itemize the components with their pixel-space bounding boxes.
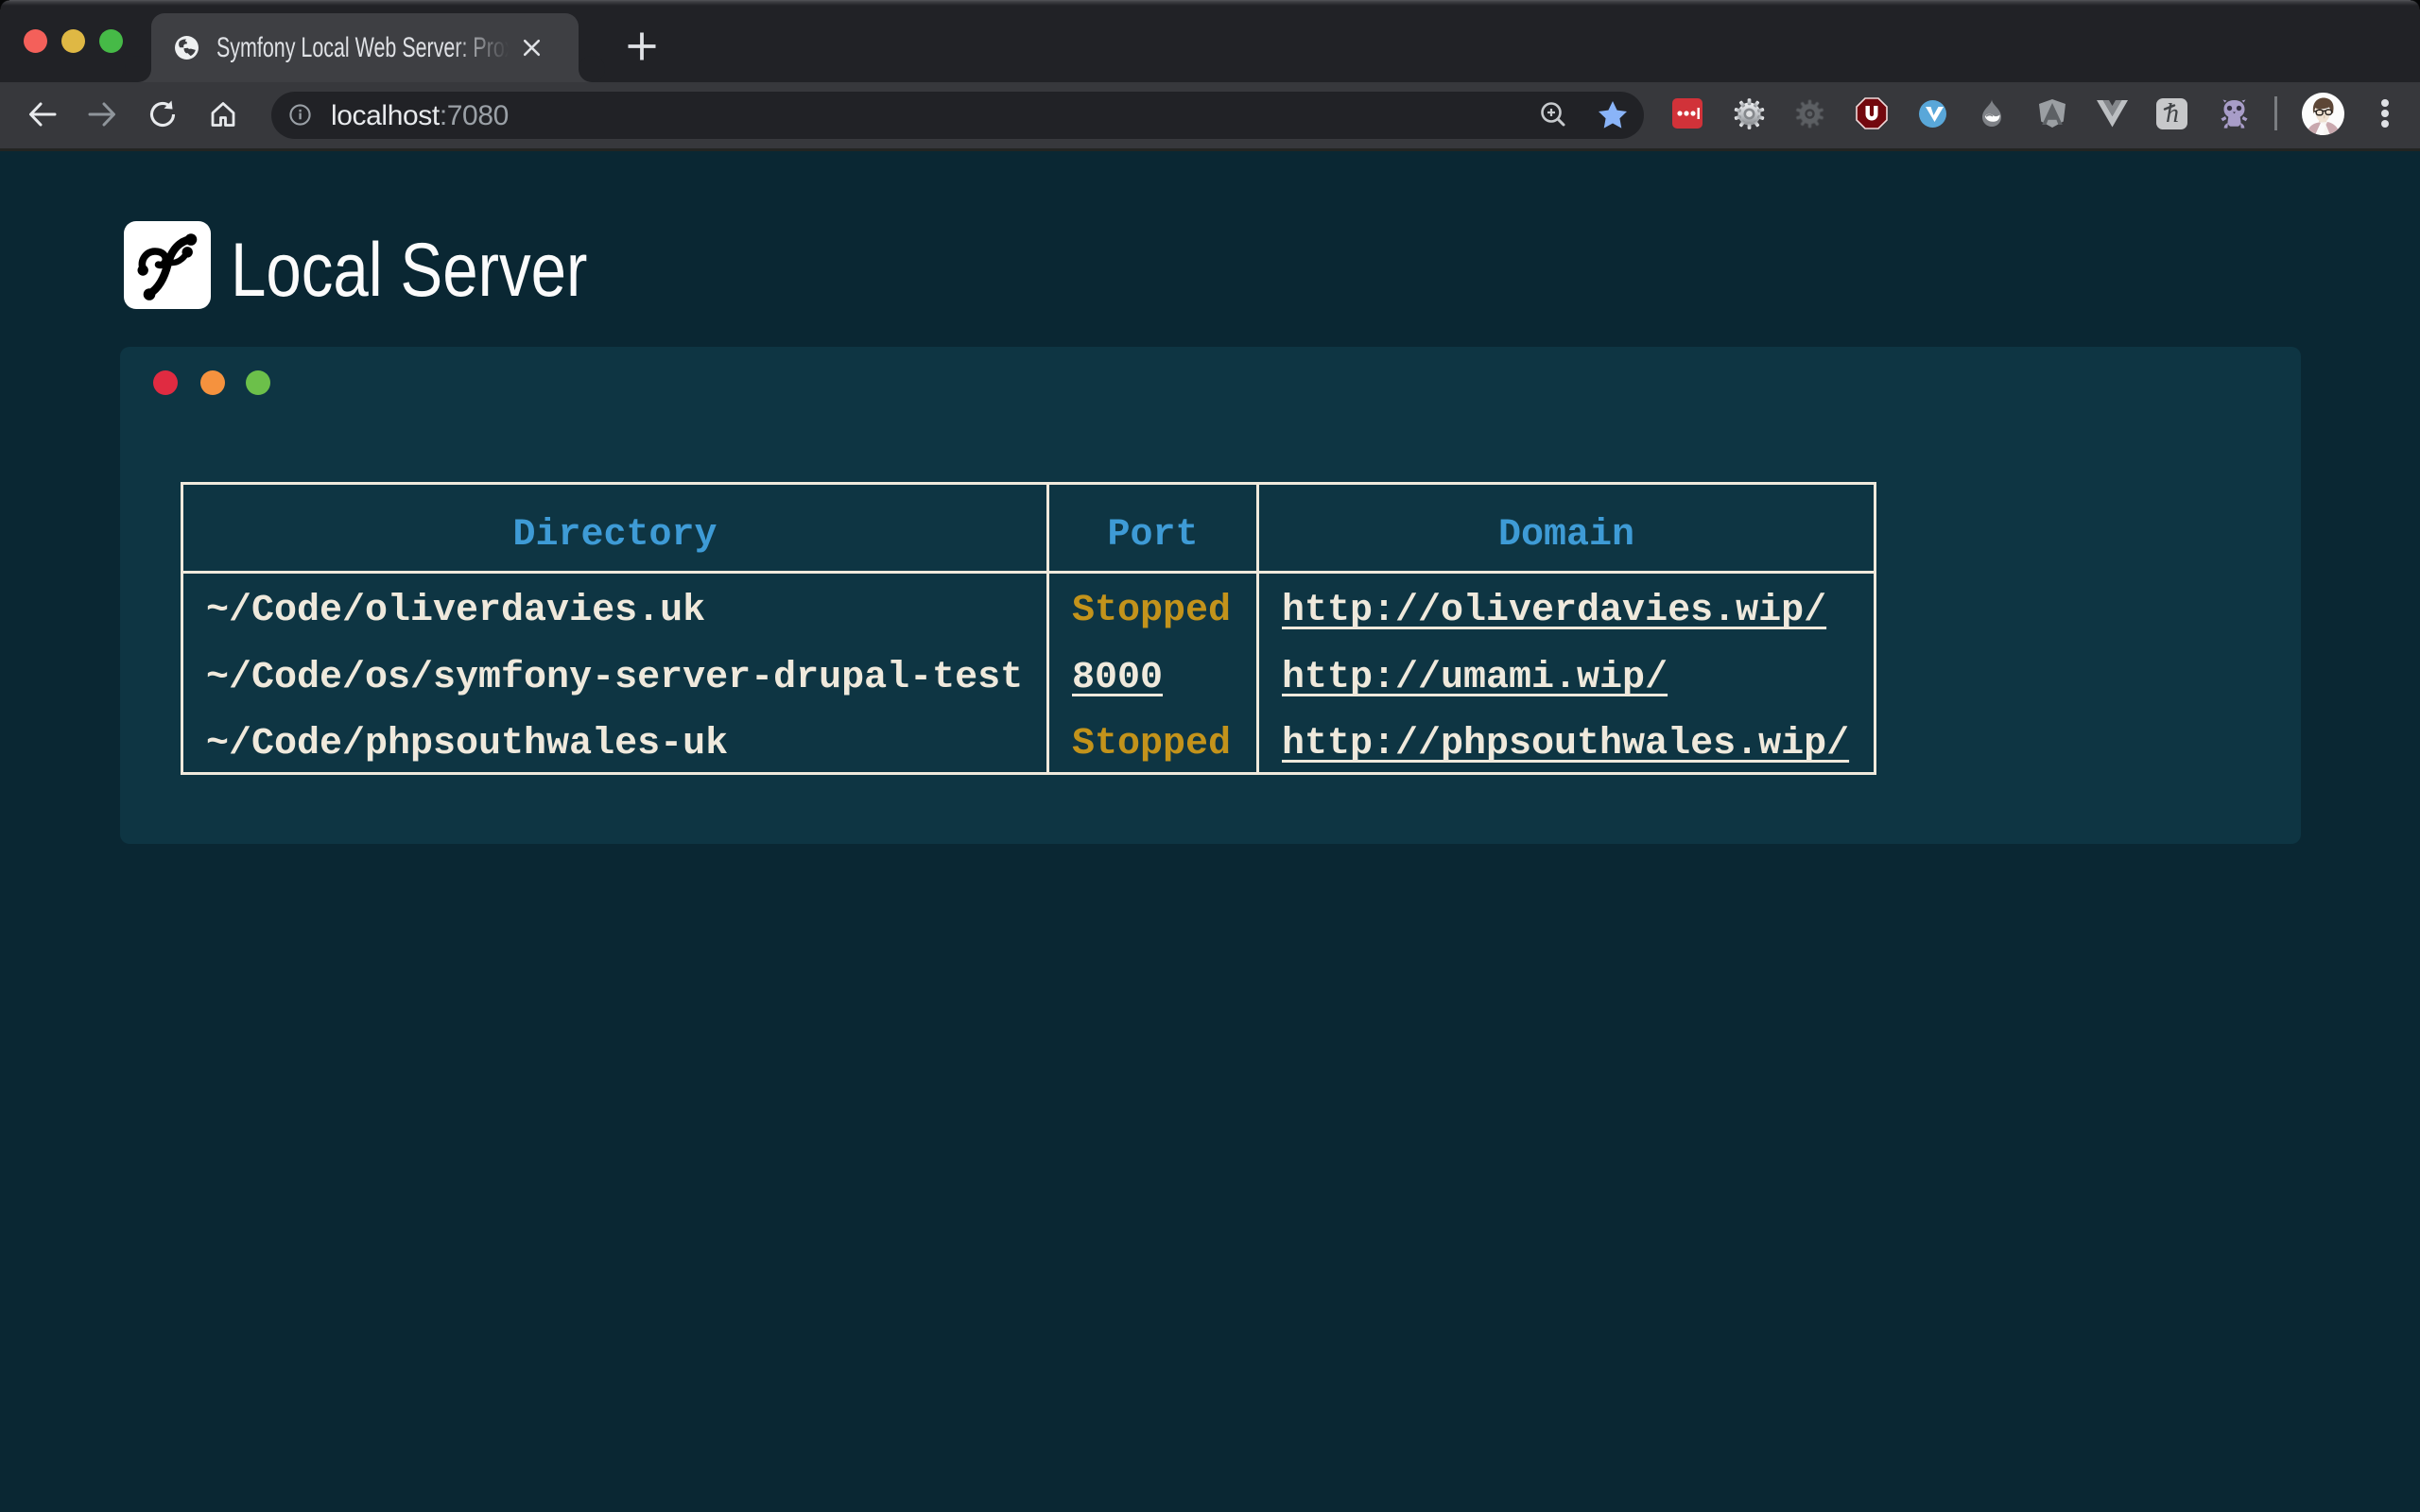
svg-text:h: h — [2166, 99, 2179, 129]
